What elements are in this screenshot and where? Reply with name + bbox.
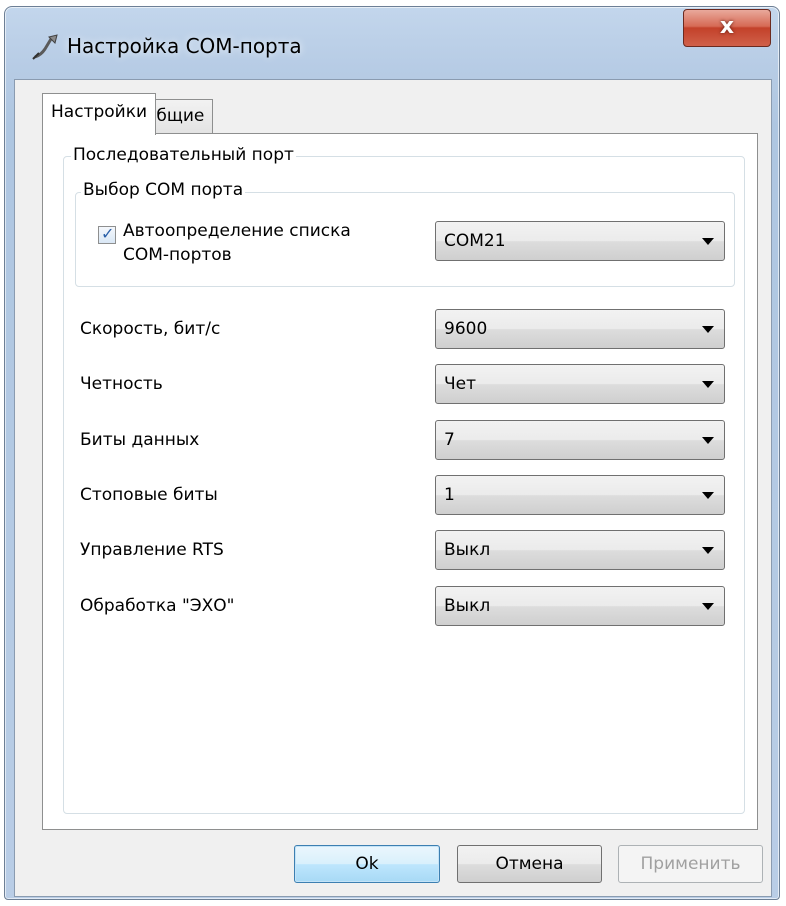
baud-rate-value: 9600 — [444, 319, 488, 339]
ok-button[interactable]: Ok — [294, 845, 440, 883]
baud-rate-select[interactable]: 9600 — [435, 309, 725, 349]
data-bits-value: 7 — [444, 430, 455, 450]
client-area: Настройки Общие Последовательный порт Вы… — [14, 79, 772, 897]
rts-control-select[interactable]: Выкл — [435, 530, 725, 570]
echo-processing-label: Обработка "ЭХО" — [80, 596, 235, 616]
rts-control-label: Управление RTS — [80, 540, 224, 560]
echo-processing-value: Выкл — [444, 596, 491, 616]
com-port-select[interactable]: COM21 — [435, 221, 725, 261]
baud-rate-label: Скорость, бит/с — [80, 319, 221, 339]
chevron-down-icon — [702, 437, 714, 444]
chevron-down-icon — [702, 492, 714, 499]
title-bar[interactable]: Настройка COM-порта x — [5, 7, 779, 77]
chevron-down-icon — [702, 381, 714, 388]
com-select-group-label: Выбор COM порта — [81, 180, 246, 200]
settings-panel: Последовательный порт Выбор COM порта ✓ … — [42, 133, 758, 830]
autodetect-label-line1: Автоопределение списка — [123, 221, 351, 241]
tab-settings[interactable]: Настройки — [42, 93, 157, 135]
chevron-down-icon — [702, 238, 714, 245]
chevron-down-icon — [702, 547, 714, 554]
data-bits-select[interactable]: 7 — [435, 420, 725, 460]
chevron-down-icon — [702, 326, 714, 333]
chevron-down-icon — [702, 603, 714, 610]
dialog-window: Настройка COM-порта x Настройки Общие По… — [4, 6, 780, 900]
parity-select[interactable]: Чет — [435, 364, 725, 404]
data-bits-label: Биты данных — [80, 430, 200, 450]
autodetect-checkbox[interactable]: ✓ — [98, 224, 116, 244]
apply-button[interactable]: Применить — [618, 845, 763, 883]
stop-bits-value: 1 — [444, 485, 455, 505]
close-button[interactable]: x — [683, 9, 771, 47]
autodetect-label-line2: COM-портов — [123, 245, 232, 265]
cancel-button[interactable]: Отмена — [457, 845, 602, 883]
com-port-value: COM21 — [444, 231, 506, 251]
rts-control-value: Выкл — [444, 540, 491, 560]
close-icon: x — [719, 14, 735, 39]
com-port-icon — [31, 33, 61, 61]
checkmark-icon: ✓ — [101, 224, 115, 243]
stop-bits-label: Стоповые биты — [80, 485, 218, 505]
stop-bits-select[interactable]: 1 — [435, 475, 725, 515]
echo-processing-select[interactable]: Выкл — [435, 586, 725, 626]
serial-port-group-label: Последовательный порт — [71, 145, 296, 165]
window-title: Настройка COM-порта — [67, 34, 302, 58]
parity-label: Четность — [80, 374, 163, 394]
parity-value: Чет — [444, 374, 477, 394]
tab-settings-label: Настройки — [51, 102, 148, 122]
